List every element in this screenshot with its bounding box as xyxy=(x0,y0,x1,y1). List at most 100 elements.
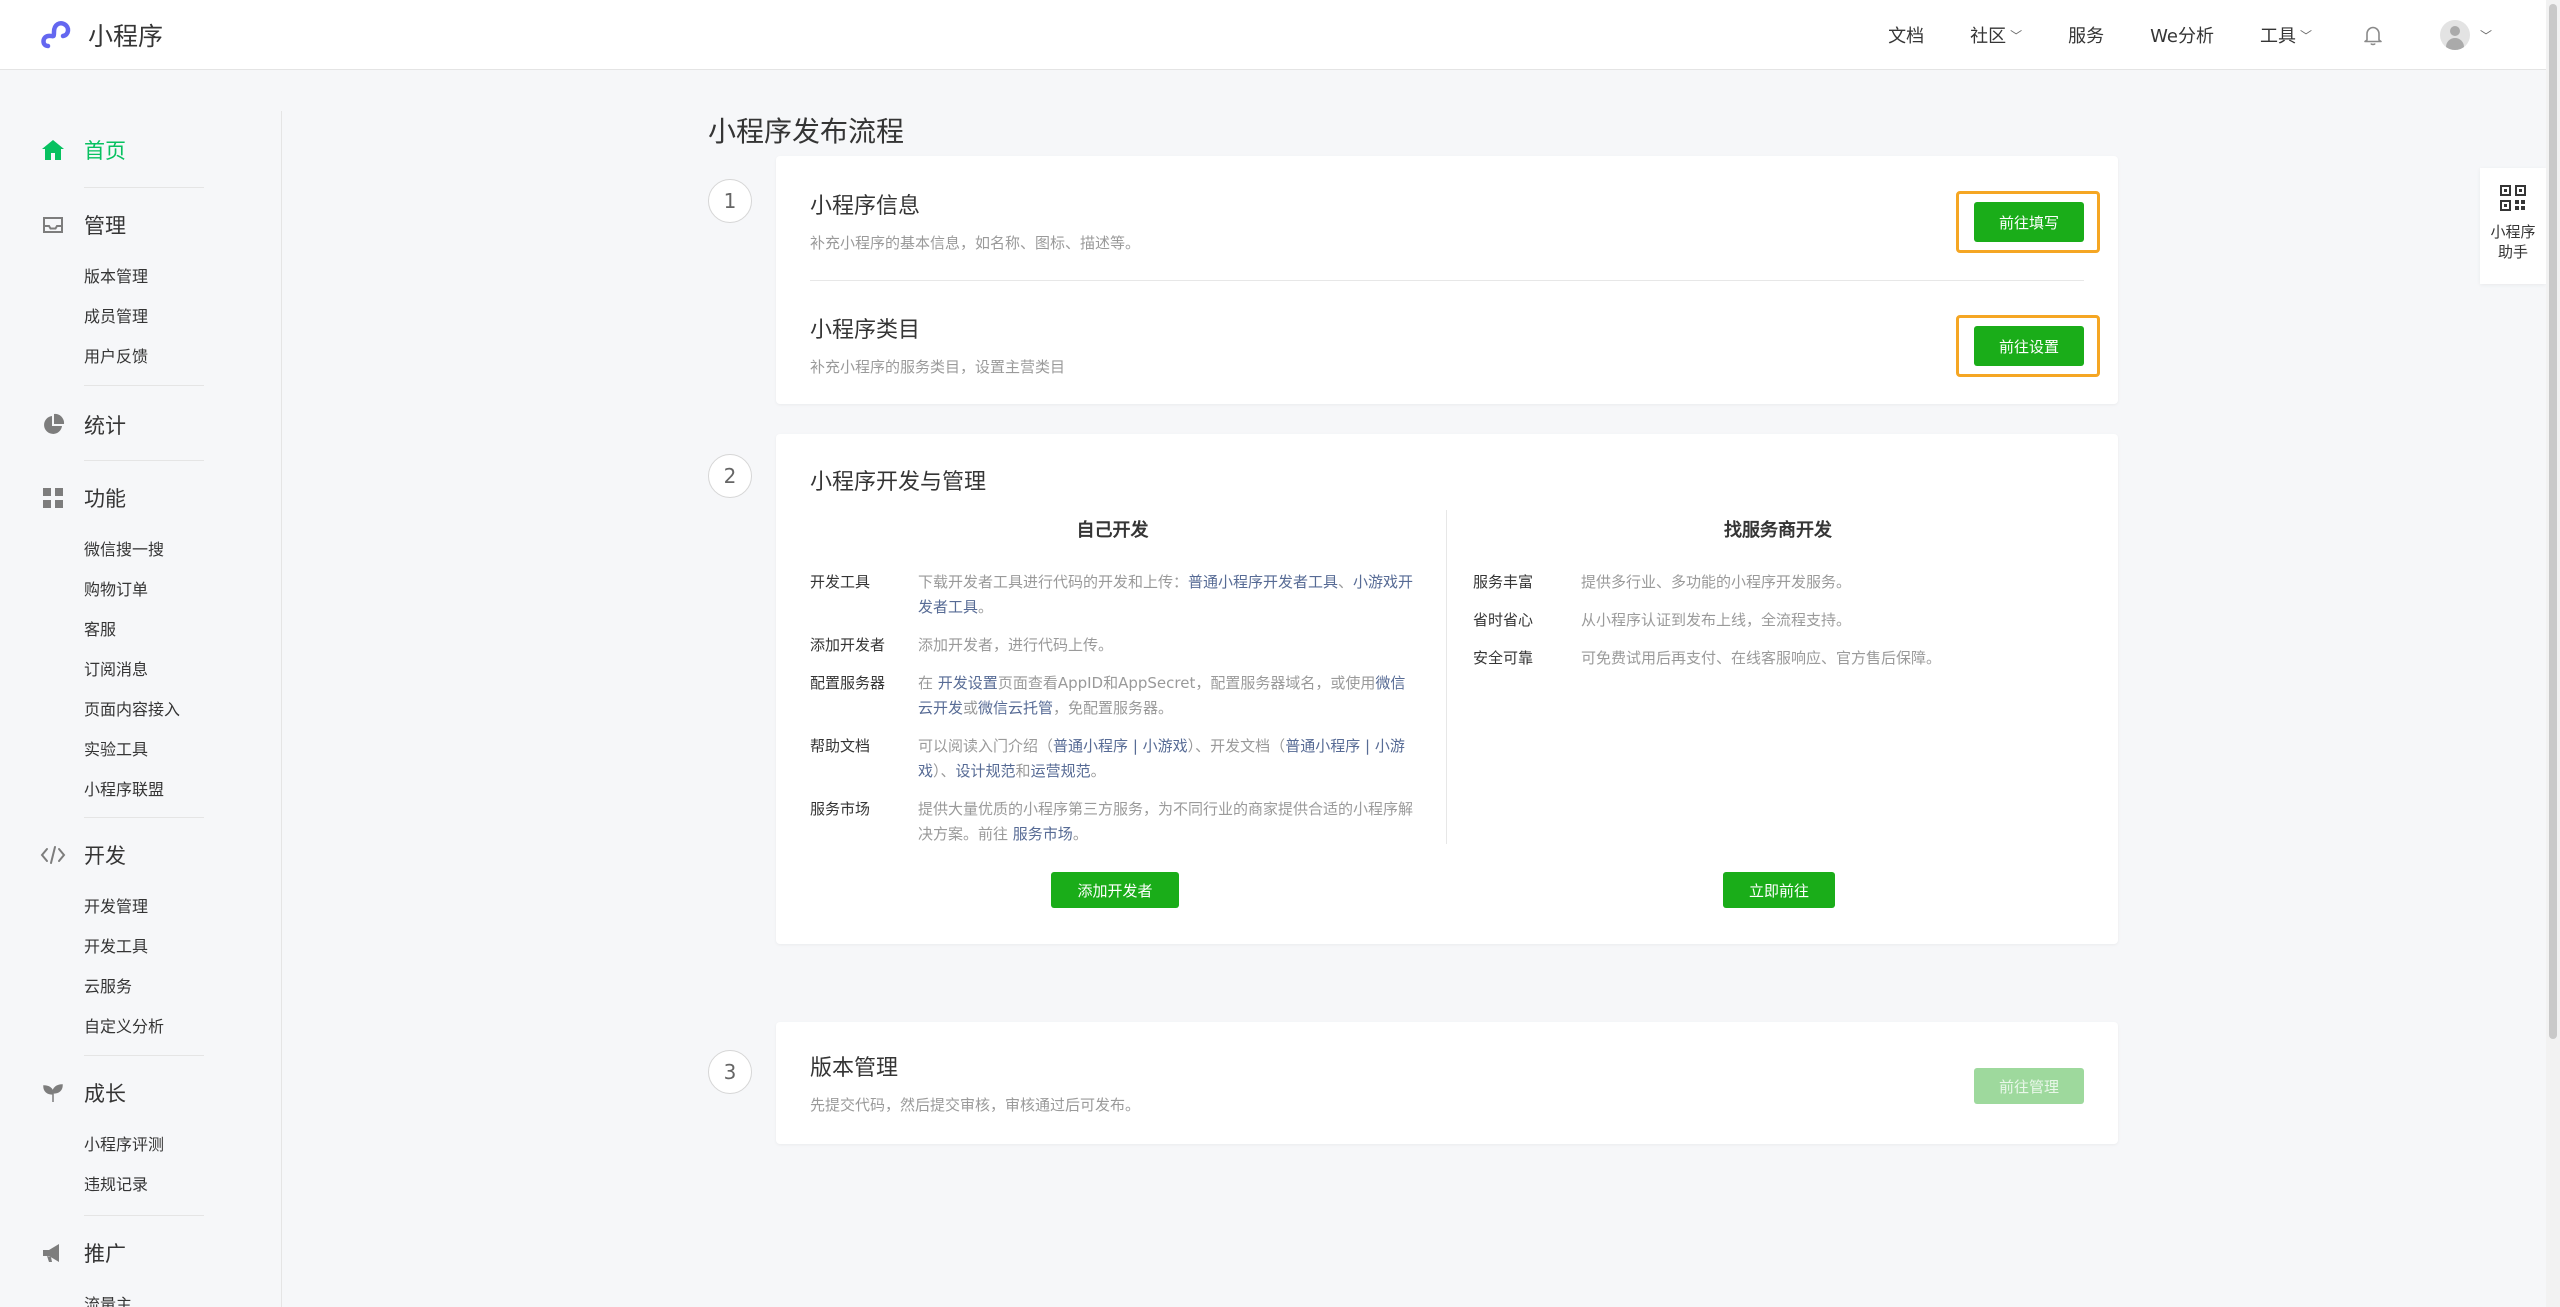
chevron-down-icon: ﹀ xyxy=(2010,28,2023,43)
sidebar-item-stats[interactable]: 统计 xyxy=(40,405,282,445)
avatar[interactable] xyxy=(2439,20,2470,50)
sidebar-divider xyxy=(84,385,204,386)
sidebar-item-version-management[interactable]: 版本管理 xyxy=(40,257,282,297)
sidebar-item-home[interactable]: 首页 xyxy=(40,130,281,170)
main-content: 小程序发布流程 1 小程序信息 补充小程序的基本信息，如名称、图标、描述等。 前… xyxy=(708,110,2118,1144)
sidebar-item-growth[interactable]: 成长 xyxy=(40,1073,282,1113)
sidebar-divider xyxy=(84,460,204,461)
sidebar-home-label: 首页 xyxy=(84,139,126,163)
nav-docs-label: 文档 xyxy=(1888,26,1925,47)
pie-chart-icon xyxy=(40,412,66,438)
mini-program-info-item: 小程序信息 补充小程序的基本信息，如名称、图标、描述等。 xyxy=(776,188,1140,253)
row-help-docs: 帮助文档 可以阅读入门介绍（普通小程序 | 小游戏）、开发文档（普通小程序 | … xyxy=(810,734,1415,784)
text-segment: ，免配置服务器。 xyxy=(1053,699,1174,717)
nav-services[interactable]: 服务 xyxy=(2068,22,2104,48)
inbox-icon xyxy=(40,212,66,238)
text-segment: | xyxy=(1364,737,1371,755)
link-dev-settings[interactable]: 开发设置 xyxy=(938,674,998,692)
sidebar-growth-label: 成长 xyxy=(84,1082,126,1106)
text-segment: 页面查看AppID和AppSecret，配置服务器域名，或使用 xyxy=(997,674,1376,692)
link-intro-mini-game[interactable]: 小游戏 xyxy=(1143,737,1188,755)
row-text: 添加开发者，进行代码上传。 xyxy=(918,636,1114,654)
text-segment: 、 xyxy=(1338,573,1354,591)
sidebar-section-manage: 管理 版本管理 成员管理 用户反馈 xyxy=(0,205,282,377)
link-wechat-cloud-hosting[interactable]: 微信云托管 xyxy=(978,699,1053,717)
text-segment: ）、 xyxy=(933,762,956,780)
nav-community[interactable]: 社区 ﹀ xyxy=(1970,22,2022,48)
sidebar-item-dev-management[interactable]: 开发管理 xyxy=(40,887,282,927)
top-header: 小程序 文档 社区 ﹀ 服务 We分析 工具 ﹀ ﹀ xyxy=(0,0,2546,70)
sidebar-item-dev-tools[interactable]: 开发工具 xyxy=(40,927,282,967)
row-text: 提供多行业、多功能的小程序开发服务。 xyxy=(1581,573,1852,591)
sidebar: 首页 管理 版本管理 成员管理 用户反馈 统计 功能 微信搜一搜 购物订单 客服… xyxy=(0,111,282,1307)
sidebar-item-mini-program-alliance[interactable]: 小程序联盟 xyxy=(40,770,282,810)
sidebar-item-member-management[interactable]: 成员管理 xyxy=(40,297,282,337)
sidebar-manage-label: 管理 xyxy=(84,214,126,238)
sidebar-item-shopping-orders[interactable]: 购物订单 xyxy=(40,570,282,610)
sidebar-section-stats: 统计 xyxy=(0,405,282,445)
chevron-down-icon: ﹀ xyxy=(2299,28,2312,43)
sidebar-item-evaluation[interactable]: 小程序评测 xyxy=(40,1125,282,1165)
nav-we-analysis[interactable]: We分析 xyxy=(2150,22,2214,48)
text-segment: 。 xyxy=(978,598,994,616)
service-provider-column: 找服务商开发 服务丰富 提供多行业、多功能的小程序开发服务。 省时省心 从小程序… xyxy=(1473,516,2083,671)
link-mini-program-devtools[interactable]: 普通小程序开发者工具 xyxy=(1188,573,1338,591)
mini-program-logo-icon xyxy=(41,21,71,49)
logo[interactable]: 小程序 xyxy=(40,16,163,54)
column-divider xyxy=(1446,510,1447,844)
nav-tools[interactable]: 工具 ﹀ xyxy=(2260,22,2312,48)
sidebar-item-custom-analysis[interactable]: 自定义分析 xyxy=(40,1007,282,1047)
sidebar-divider xyxy=(84,187,204,188)
sidebar-item-customer-service[interactable]: 客服 xyxy=(40,610,282,650)
sidebar-item-develop[interactable]: 开发 xyxy=(40,835,282,875)
sidebar-item-wechat-search[interactable]: 微信搜一搜 xyxy=(40,530,282,570)
link-intro-mini-program[interactable]: 普通小程序 xyxy=(1053,737,1128,755)
sidebar-item-experiment-tools[interactable]: 实验工具 xyxy=(40,730,282,770)
row-rich-services: 服务丰富 提供多行业、多功能的小程序开发服务。 xyxy=(1473,570,2083,595)
row-text: 提供大量优质的小程序第三方服务，为不同行业的商家提供合适的小程序解决方案。前往 … xyxy=(918,797,1415,847)
row-time-saving: 省时省心 从小程序认证到发布上线，全流程支持。 xyxy=(1473,608,2083,633)
sidebar-divider xyxy=(84,817,204,818)
link-service-market[interactable]: 服务市场 xyxy=(1013,825,1073,843)
sidebar-item-manage[interactable]: 管理 xyxy=(40,205,282,245)
go-fill-button[interactable]: 前往填写 xyxy=(1974,202,2084,242)
row-label: 服务市场 xyxy=(810,800,871,818)
sidebar-item-page-content[interactable]: 页面内容接入 xyxy=(40,690,282,730)
nav-services-label: 服务 xyxy=(2068,26,2105,47)
go-manage-button[interactable]: 前往管理 xyxy=(1974,1068,2084,1104)
sidebar-item-subscribe-messages[interactable]: 订阅消息 xyxy=(40,650,282,690)
service-provider-title: 找服务商开发 xyxy=(1724,520,1832,541)
mini-program-assistant[interactable]: 小程序助手 xyxy=(2480,168,2546,284)
bell-icon[interactable] xyxy=(2362,24,2384,46)
sidebar-item-promotion[interactable]: 推广 xyxy=(40,1233,282,1273)
step-number: 2 xyxy=(708,454,752,498)
sidebar-promotion-label: 推广 xyxy=(84,1242,126,1266)
assistant-label: 小程序助手 xyxy=(2490,223,2536,261)
go-set-button[interactable]: 前往设置 xyxy=(1974,326,2084,366)
mini-program-category-item: 小程序类目 补充小程序的服务类目，设置主营类目 xyxy=(776,312,1065,377)
nav-community-label: 社区 xyxy=(1970,26,2007,47)
sidebar-item-cloud-service[interactable]: 云服务 xyxy=(40,967,282,1007)
sidebar-item-features[interactable]: 功能 xyxy=(40,478,282,518)
home-icon xyxy=(40,137,66,163)
link-design-guidelines[interactable]: 设计规范 xyxy=(956,762,1016,780)
sidebar-item-traffic-owner[interactable]: 流量主 xyxy=(40,1285,282,1307)
step-number: 1 xyxy=(708,179,752,223)
step-2-title: 小程序开发与管理 xyxy=(810,470,987,495)
row-text: 可免费试用后再支付、在线客服响应、官方售后保障。 xyxy=(1581,649,1942,667)
grid-icon xyxy=(40,485,66,511)
scrollbar-thumb[interactable] xyxy=(2549,4,2557,1039)
step-1-card: 小程序信息 补充小程序的基本信息，如名称、图标、描述等。 前往填写 小程序类目 … xyxy=(776,156,2118,404)
megaphone-icon xyxy=(40,1240,66,1266)
add-developer-button[interactable]: 添加开发者 xyxy=(1051,872,1179,908)
nav-tools-label: 工具 xyxy=(2259,26,2296,47)
go-now-button[interactable]: 立即前往 xyxy=(1723,872,1835,908)
sidebar-item-user-feedback[interactable]: 用户反馈 xyxy=(40,337,282,377)
text-segment: 和 xyxy=(1015,762,1031,780)
link-operation-guidelines[interactable]: 运营规范 xyxy=(1031,762,1091,780)
link-docs-mini-program[interactable]: 普通小程序 xyxy=(1285,737,1360,755)
sidebar-stats-label: 统计 xyxy=(84,414,126,438)
sidebar-item-violation-records[interactable]: 违规记录 xyxy=(40,1165,282,1205)
chevron-down-icon[interactable]: ﹀ xyxy=(2480,27,2492,44)
nav-docs[interactable]: 文档 xyxy=(1888,22,1924,48)
